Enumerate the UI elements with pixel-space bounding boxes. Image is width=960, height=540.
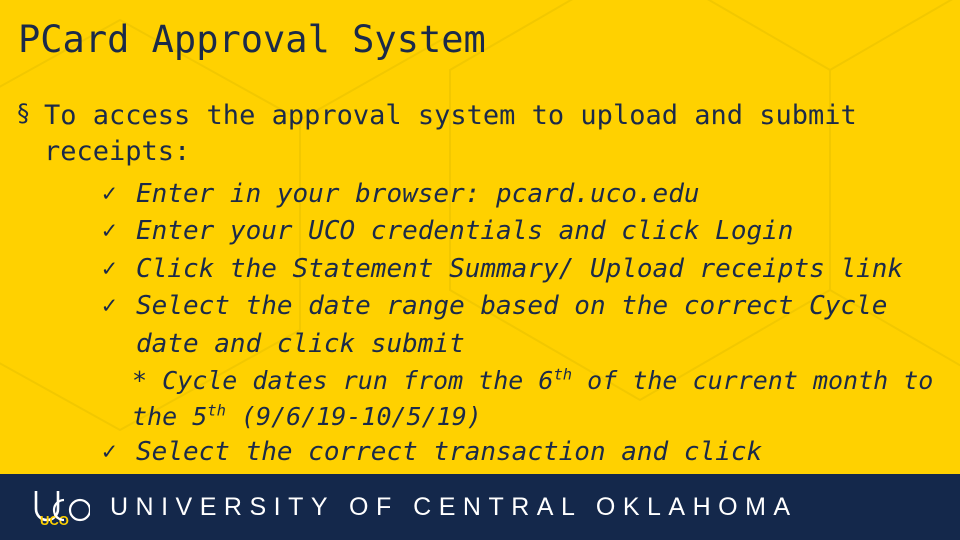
sub-note-ordinal-number: 6 xyxy=(538,366,554,395)
list-item-text: Enter your UCO credentials and click Log… xyxy=(136,216,794,247)
slide: PCard Approval System § To access the ap… xyxy=(0,0,960,540)
list-item-clipped: ✓ Select the correct transaction and cli… xyxy=(102,434,950,471)
checkmark-icon: ✓ xyxy=(102,216,117,245)
list-item-text: Click the Statement Summary/ Upload rece… xyxy=(136,253,904,284)
sub-note: * Cycle dates run from the 6th of the cu… xyxy=(102,363,950,434)
uco-logo-icon: UCO xyxy=(28,485,90,529)
list-item: ✓ Click the Statement Summary/ Upload re… xyxy=(102,251,950,288)
checkmark-icon: ✓ xyxy=(102,437,117,465)
page-title: PCard Approval System xyxy=(18,18,486,61)
level1-text: To access the approval system to upload … xyxy=(44,100,857,167)
list-item-text: Select the date range based on the corre… xyxy=(136,291,888,359)
level2-list: ✓ Enter in your browser: pcard.uco.edu ✓… xyxy=(14,176,950,472)
checkmark-icon: ✓ xyxy=(102,178,117,207)
level1-bullet-item: § To access the approval system to uploa… xyxy=(14,98,950,170)
sub-note-suffix: (9/6/19-10/5/19) xyxy=(225,401,482,431)
list-item: ✓ Select the date range based on the cor… xyxy=(102,288,950,363)
footer-text: UNIVERSITY OF CENTRAL OKLAHOMA xyxy=(110,492,798,521)
sub-note-ordinal-suffix-2: th xyxy=(207,401,226,420)
slide-body: § To access the approval system to uploa… xyxy=(14,98,950,471)
checkmark-icon: ✓ xyxy=(102,253,117,282)
list-item-text: Enter in your browser: pcard.uco.edu xyxy=(136,178,700,209)
sub-note-ordinal-suffix: th xyxy=(553,365,573,384)
list-item-text: Select the correct transaction and click xyxy=(136,437,763,467)
sub-note-ordinal-number-2: 5 xyxy=(192,401,208,431)
checkmark-icon: ✓ xyxy=(102,291,117,320)
footer-banner: UCO UNIVERSITY OF CENTRAL OKLAHOMA xyxy=(0,474,960,540)
list-item: ✓ Enter your UCO credentials and click L… xyxy=(102,213,950,250)
section-bullet-icon: § xyxy=(16,99,31,127)
sub-note-prefix: * Cycle dates run from the xyxy=(132,366,539,395)
list-item: ✓ Enter in your browser: pcard.uco.edu xyxy=(102,176,950,213)
